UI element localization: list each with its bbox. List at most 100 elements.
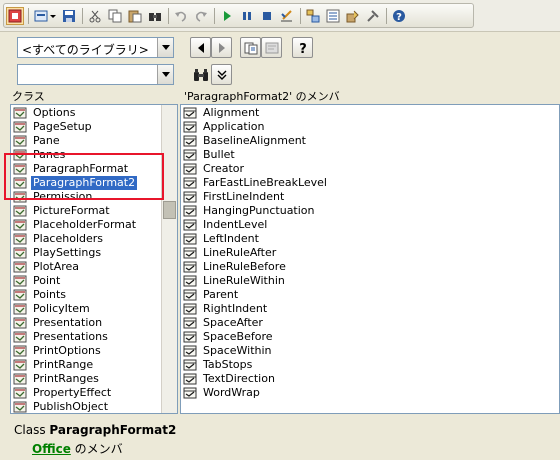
property-icon [183,387,197,399]
class-list-item-label: Permission [33,190,93,203]
search-combo[interactable] [17,64,174,85]
class-icon [13,121,27,133]
property-icon [183,359,197,371]
redo-icon[interactable] [192,7,210,25]
class-icon [13,387,27,399]
member-list-item-label: LineRuleWithin [203,274,285,287]
class-list-item-label: ParagraphFormat2 [31,176,138,190]
library-combo-value: <すべてのライブラリ> [22,43,149,57]
toolbar-separator [168,8,169,24]
member-list-item-label: TabStops [203,358,253,371]
copy-icon[interactable] [106,7,124,25]
chevron-down-icon[interactable] [157,38,173,57]
property-icon [183,149,197,161]
member-list-item-label: BaselineAlignment [203,134,306,147]
property-icon [183,317,197,329]
svg-text:?: ? [396,12,402,23]
class-list-item-label: Presentation [33,316,103,329]
class-list-item-label: Pane [33,134,60,147]
object-browser-window: ? <すべてのライブラリ> ? クラス Options PageSetup Pa… [0,0,560,460]
copy-to-clipboard-button[interactable] [240,37,261,58]
class-icon [13,163,27,175]
member-list-item-label: IndentLevel [203,218,268,231]
class-icon [13,261,27,273]
properties-icon[interactable] [324,7,342,25]
members-list[interactable]: Alignment Application BaselineAlignment Bul… [180,104,560,414]
property-icon [183,219,197,231]
chevron-double-down-icon [217,70,226,80]
scrollbar-thumb[interactable] [163,201,176,219]
reset-icon[interactable] [258,7,276,25]
toolbox-icon[interactable] [364,7,382,25]
help-button[interactable]: ? [292,37,313,58]
classes-pane-title: クラス [12,90,45,103]
chevron-down-icon[interactable] [157,65,173,84]
class-list-item-label: PlotArea [33,260,80,273]
class-icon [13,107,27,119]
class-icon [13,317,27,329]
run-icon[interactable] [218,7,236,25]
toolbar-strip: ? [3,3,474,28]
arrow-left-icon [197,42,204,53]
member-list-item-label: SpaceBefore [203,330,273,343]
details-pane: Class ParagraphFormat2 Office のメンバ [10,420,560,460]
toolbar-separator [82,8,83,24]
pause-icon[interactable] [238,7,256,25]
toggle-results-button[interactable] [211,64,232,85]
find-icon[interactable] [146,7,164,25]
class-list-item-label: Points [33,288,67,301]
view-toggle-icon[interactable] [6,7,24,25]
project-explorer-icon[interactable] [304,7,322,25]
arrow-right-icon [218,42,225,53]
cut-icon[interactable] [86,7,104,25]
class-list-item-label: PrintOptions [33,344,101,357]
class-icon [13,233,27,245]
class-icon [13,219,27,231]
object-browser-icon[interactable] [344,7,362,25]
class-icon [13,345,27,357]
member-list-item-label: Parent [203,288,239,301]
class-list-item-label: Placeholders [33,232,104,245]
member-list-item-label: Application [203,120,265,133]
members-pane-title: 'ParagraphFormat2' のメンバ [184,90,340,103]
toolbar-separator [214,8,215,24]
binoculars-icon [193,68,208,81]
undo-icon[interactable] [172,7,190,25]
property-icon [183,261,197,273]
class-icon [13,275,27,287]
member-list-item-label: Alignment [203,106,260,119]
design-mode-icon[interactable] [278,7,296,25]
paste-icon[interactable] [126,7,144,25]
member-list-item-label: WordWrap [203,386,260,399]
class-list-item-label: Point [33,274,61,287]
property-icon [183,191,197,203]
class-list-item-label: PictureFormat [33,204,110,217]
toolbar-separator [300,8,301,24]
member-list-item-label: SpaceWithin [203,344,272,357]
search-button[interactable] [190,64,211,85]
save-icon[interactable] [60,7,78,25]
class-icon [13,191,27,203]
classes-list[interactable]: Options PageSetup Pane Panes ParagraphFormat… [10,104,178,414]
copy-clipboard-icon [244,42,257,54]
view-definition-button[interactable] [261,37,282,58]
class-list-item-label: PolicyItem [33,302,90,315]
class-icon [13,289,27,301]
class-list-item-label: ParagraphFormat [33,162,129,175]
class-icon [13,331,27,343]
dropdown-arrow-icon[interactable] [48,7,58,25]
forward-button[interactable] [211,37,232,58]
member-list-item-label: LineRuleAfter [203,246,277,259]
details-library-link[interactable]: Office [32,442,71,456]
class-list-item-label: PrintRanges [33,372,99,385]
library-combo[interactable]: <すべてのライブラリ> [17,37,174,58]
classes-scrollbar[interactable] [161,105,177,413]
back-button[interactable] [190,37,211,58]
details-class-line: Class ParagraphFormat2 [14,423,176,437]
property-icon [183,135,197,147]
class-list-item-label: Panes [33,148,66,161]
help-icon[interactable]: ? [390,7,408,25]
class-list-item-label: PrintRange [33,358,94,371]
class-list-item-label: PublishObject [33,400,109,413]
question-mark-icon: ? [299,42,307,55]
